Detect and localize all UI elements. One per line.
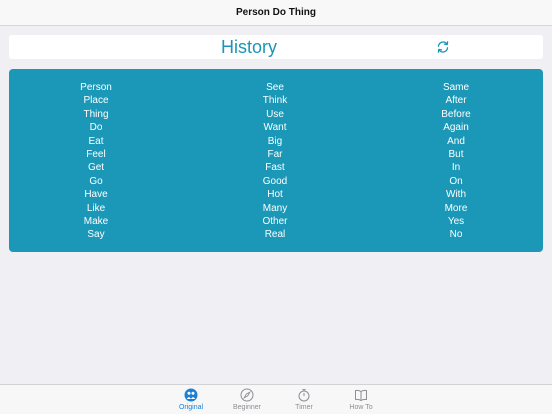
- word-item[interactable]: On: [386, 175, 526, 188]
- book-icon: [355, 389, 367, 401]
- word-item[interactable]: Big: [205, 135, 345, 148]
- word-item[interactable]: Place: [26, 94, 166, 107]
- tab-timer[interactable]: Timer: [279, 385, 329, 414]
- word-item[interactable]: Far: [205, 148, 345, 161]
- history-title: History: [220, 37, 277, 57]
- word-item[interactable]: Eat: [26, 135, 166, 148]
- word-item[interactable]: No: [386, 228, 526, 241]
- word-item[interactable]: Fast: [205, 161, 345, 174]
- word-item[interactable]: Think: [205, 94, 345, 107]
- word-item[interactable]: Yes: [386, 215, 526, 228]
- word-item[interactable]: Have: [26, 188, 166, 201]
- word-item[interactable]: With: [386, 188, 526, 201]
- word-item[interactable]: And: [386, 135, 526, 148]
- word-column-1: Person Place Thing Do Eat Feel Get Go Have Like Ma…: [26, 81, 166, 242]
- tab-beginner[interactable]: Beginner: [222, 385, 272, 414]
- people-icon: [184, 388, 198, 402]
- tab-how-to[interactable]: How To: [336, 385, 386, 414]
- tab-label: Timer: [295, 404, 313, 411]
- word-item[interactable]: Go: [26, 175, 166, 188]
- refresh-icon[interactable]: [436, 40, 450, 54]
- tab-bar: Original Beginner Timer How To: [0, 384, 552, 414]
- tab-label: How To: [349, 404, 373, 411]
- compass-icon: [240, 388, 254, 402]
- word-item[interactable]: Feel: [26, 148, 166, 161]
- word-item[interactable]: Get: [26, 161, 166, 174]
- word-item[interactable]: Hot: [205, 188, 345, 201]
- word-list-panel: Person Place Thing Do Eat Feel Get Go Have Like Ma…: [9, 69, 543, 252]
- word-item[interactable]: Want: [205, 121, 345, 134]
- word-item[interactable]: After: [386, 94, 526, 107]
- word-item[interactable]: In: [386, 161, 526, 174]
- word-item[interactable]: Thing: [26, 108, 166, 121]
- word-item[interactable]: Many: [205, 202, 345, 215]
- tab-original[interactable]: Original: [166, 385, 216, 414]
- word-column-2: See Think Use Want Big Far Fast Good Hot Many Othe…: [205, 81, 345, 242]
- history-header: History: [9, 35, 543, 59]
- word-item[interactable]: See: [205, 81, 345, 94]
- word-item[interactable]: Real: [205, 228, 345, 241]
- word-item[interactable]: Person: [26, 81, 166, 94]
- word-item[interactable]: But: [386, 148, 526, 161]
- word-column-3: Same After Before Again And But In On With More Ye…: [386, 81, 526, 242]
- word-item[interactable]: Make: [26, 215, 166, 228]
- word-item[interactable]: Good: [205, 175, 345, 188]
- word-item[interactable]: Like: [26, 202, 166, 215]
- tab-label: Beginner: [232, 404, 262, 411]
- tab-label: Original: [178, 404, 204, 411]
- word-item[interactable]: Same: [386, 81, 526, 94]
- word-item[interactable]: Say: [26, 228, 166, 241]
- word-item[interactable]: Again: [386, 121, 526, 134]
- word-item[interactable]: Do: [26, 121, 166, 134]
- page-title: Person Do Thing: [236, 7, 316, 18]
- navigation-bar: Person Do Thing: [0, 0, 552, 26]
- word-item[interactable]: Before: [386, 108, 526, 121]
- stopwatch-icon: [298, 389, 310, 402]
- word-item[interactable]: Use: [205, 108, 345, 121]
- word-item[interactable]: Other: [205, 215, 345, 228]
- word-item[interactable]: More: [386, 202, 526, 215]
